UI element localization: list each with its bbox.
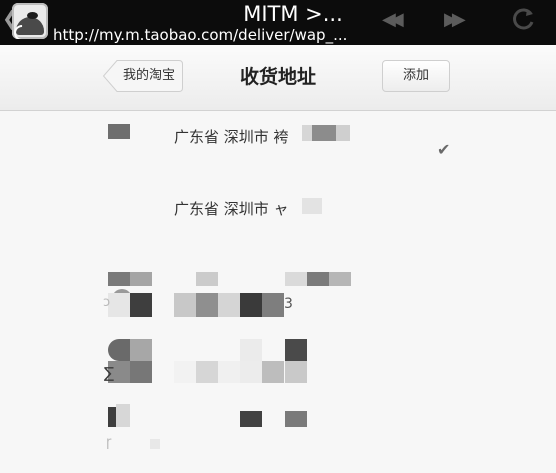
- page-header: 收货地址 我的淘宝 添加: [0, 45, 556, 111]
- back-button-label: 我的淘宝: [123, 68, 176, 83]
- pixelated-block: [196, 293, 218, 317]
- pixelated-block: [196, 272, 218, 286]
- fragment-text: ∑: [104, 364, 115, 382]
- pixelated-block: [285, 272, 307, 286]
- url-text[interactable]: http://my.m.taobao.com/deliver/wap_...: [53, 26, 347, 44]
- pixelated-block: [336, 125, 350, 141]
- fragment-text: 3: [284, 296, 293, 312]
- pixelated-block: [130, 293, 152, 317]
- check-icon: ✔: [437, 140, 451, 159]
- previous-icon[interactable]: ◀◀: [382, 10, 404, 30]
- pixelated-block: [302, 198, 322, 214]
- back-button[interactable]: 我的淘宝: [103, 60, 183, 92]
- pixelated-block: [240, 339, 262, 361]
- pixelated-block: [108, 293, 130, 317]
- pixelated-block: [240, 361, 262, 383]
- address-item[interactable]: 广东省 深圳市 ャ: [174, 198, 289, 219]
- pixelated-block: [196, 361, 218, 383]
- reload-icon[interactable]: [510, 6, 536, 32]
- pixelated-block: [218, 361, 240, 383]
- pixelated-block: [130, 272, 152, 286]
- pixelated-block: [218, 293, 240, 317]
- pixelated-block: [116, 404, 130, 427]
- pixelated-block: [307, 272, 329, 286]
- pixelated-block: [174, 361, 196, 383]
- address-text: 广东省 深圳市 ャ: [174, 200, 289, 218]
- pixelated-block: [240, 293, 262, 317]
- pixelated-block: [130, 339, 152, 361]
- pixelated-block: [262, 361, 284, 383]
- fragment-text: ɔ: [103, 295, 111, 310]
- pixelated-block: [312, 125, 336, 141]
- window-title: MITM >...: [243, 2, 343, 26]
- add-button[interactable]: 添加: [382, 60, 450, 92]
- address-item[interactable]: 广东省 深圳市 袴: [174, 126, 289, 147]
- pixelated-block: [302, 125, 312, 141]
- pixelated-block: [285, 361, 307, 383]
- pixelated-block: [130, 361, 152, 383]
- browser-top-bar: ❮ MITM >... http://my.m.taobao.com/deliv…: [0, 0, 556, 45]
- pixelated-block: [108, 339, 130, 361]
- pixelated-block: [108, 407, 116, 427]
- pixelated-block: [285, 411, 307, 427]
- address-list: 广东省 深圳市 袴 ✔ 广东省 深圳市 ャ 3 ɔ ∑ ɼ: [0, 111, 556, 473]
- address-text: 广东省 深圳市 袴: [174, 128, 289, 146]
- pixelated-block: [174, 293, 196, 317]
- next-icon[interactable]: ▶▶: [444, 10, 466, 30]
- pixelated-block: [329, 272, 351, 286]
- pixelated-block: [108, 272, 130, 286]
- pixelated-block: [262, 293, 284, 317]
- fragment-text: ɼ: [106, 435, 112, 450]
- pixelated-block: [240, 411, 262, 427]
- page-title: 收货地址: [239, 66, 316, 88]
- pixelated-block: [285, 339, 307, 361]
- address-icon: [108, 124, 130, 139]
- pixelated-block: [150, 439, 160, 449]
